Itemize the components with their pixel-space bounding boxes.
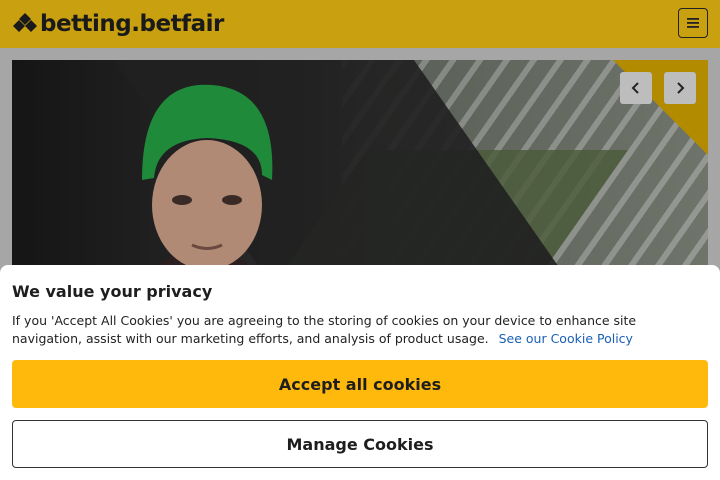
hamburger-icon	[687, 18, 699, 28]
betfair-logo-icon	[13, 13, 37, 32]
brand-logo[interactable]: betting.betfair	[12, 10, 224, 38]
cookie-description-block: If you 'Accept All Cookies' you are agre…	[12, 312, 702, 348]
menu-button[interactable]	[678, 8, 708, 38]
chevron-right-icon	[677, 82, 685, 94]
cookie-policy-link[interactable]: See our Cookie Policy	[499, 331, 633, 346]
site-header: betting.betfair	[0, 0, 720, 48]
cookie-title: We value your privacy	[12, 282, 213, 301]
brand-name: betting.betfair	[40, 11, 224, 37]
accept-all-cookies-button[interactable]: Accept all cookies	[12, 360, 708, 408]
cookie-consent-panel: We value your privacy If you 'Accept All…	[0, 265, 720, 480]
chevron-left-icon	[631, 82, 639, 94]
carousel-prev-button[interactable]	[620, 72, 652, 104]
carousel-next-button[interactable]	[664, 72, 696, 104]
manage-cookies-button[interactable]: Manage Cookies	[12, 420, 708, 468]
